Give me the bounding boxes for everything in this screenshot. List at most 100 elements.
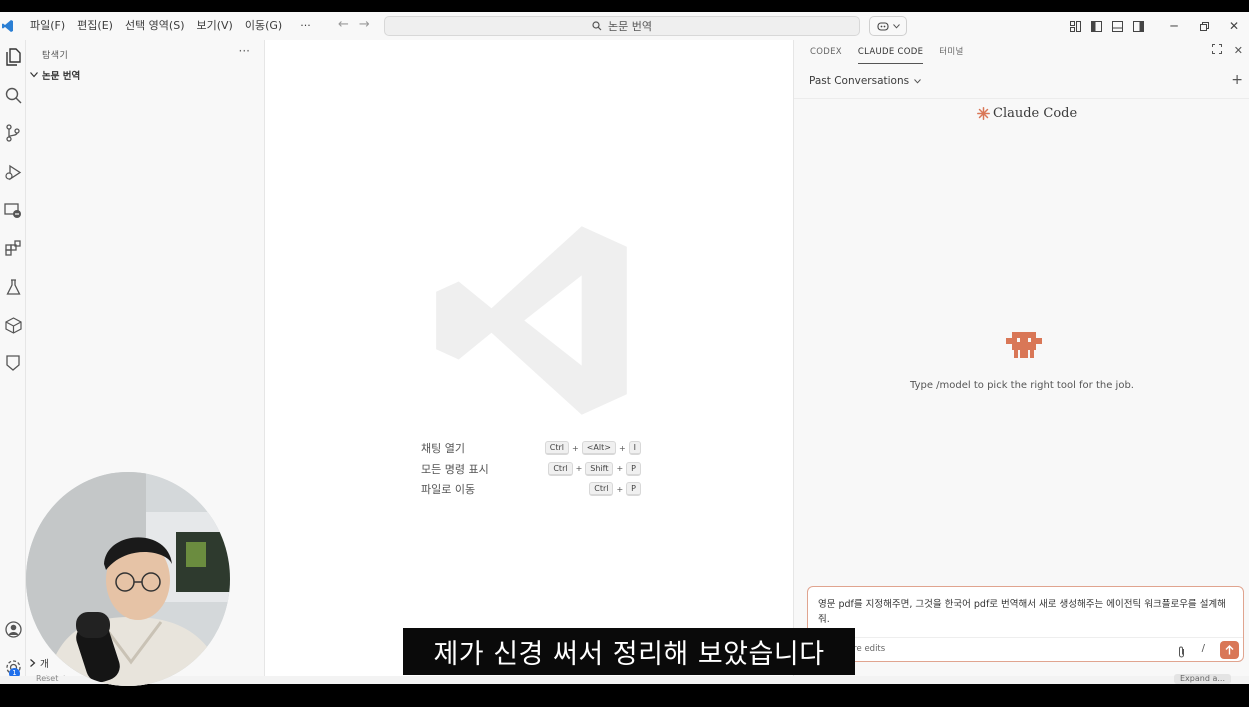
composer-footer: ore edits / [808, 637, 1243, 661]
panel-divider [794, 98, 1249, 99]
github-actions-shield-icon[interactable] [0, 350, 26, 376]
vscode-logo-icon [2, 19, 16, 33]
navigation-arrows: ← → [338, 17, 370, 32]
key: I [628, 441, 641, 456]
shortcut-row[interactable]: 채팅 열기 Ctrl + <Alt> + I [421, 438, 641, 459]
restore-icon[interactable] [1189, 12, 1219, 40]
back-arrow-icon[interactable]: ← [338, 17, 349, 32]
source-control-icon[interactable] [0, 120, 26, 146]
menu-selection[interactable]: 선택 영역(S) [119, 15, 191, 37]
tab-claude-code[interactable]: CLAUDE CODE [857, 40, 924, 64]
copilot-icon [876, 22, 889, 31]
new-conversation-plus-icon[interactable]: + [1231, 72, 1243, 88]
run-debug-icon[interactable] [0, 159, 26, 185]
key: Ctrl [589, 482, 614, 497]
workspace-folder[interactable]: 논문 번역 [30, 68, 80, 82]
outline-section[interactable]: 개 [30, 656, 49, 670]
menu-file[interactable]: 파일(F) [24, 15, 71, 37]
past-conversations-dropdown[interactable]: Past Conversations [809, 75, 921, 87]
past-conversations-label: Past Conversations [809, 75, 910, 87]
status-right: Expand a... [1174, 674, 1231, 684]
toggle-secondary-sidebar-icon[interactable] [1128, 12, 1149, 40]
tab-codex[interactable]: CODEX [810, 40, 842, 64]
claude-mascot-icon [1006, 332, 1042, 358]
title-bar-right-controls: ─ ✕ [1065, 12, 1249, 40]
testing-flask-icon[interactable] [0, 274, 26, 300]
slash-command-button[interactable]: / [1202, 643, 1205, 654]
status-expand-pill[interactable]: Expand a... [1174, 674, 1231, 684]
send-button[interactable] [1220, 641, 1239, 659]
shortcut-keys: Ctrl + Shift + P [548, 461, 641, 476]
activity-bar: 1 [0, 40, 26, 684]
shortcut-label: 모든 명령 표시 [421, 462, 489, 476]
sidebar-more-actions[interactable]: ··· [239, 44, 250, 58]
chevron-down-icon [892, 23, 900, 29]
key: Shift [585, 461, 614, 476]
chevron-right-icon [30, 659, 36, 667]
chevron-down-icon [30, 72, 38, 78]
chevron-down-icon [914, 78, 921, 84]
forward-arrow-icon[interactable]: → [359, 17, 370, 32]
status-reset[interactable]: Reset [36, 674, 58, 683]
presenter-video-frame [26, 472, 230, 686]
menu-go[interactable]: 이동(G) [239, 15, 288, 37]
extensions-icon[interactable] [0, 235, 26, 261]
chat-composer[interactable]: 영문 pdf를 지정해주면, 그것을 한국어 pdf로 번역해서 새로 생성해주… [807, 586, 1244, 662]
attach-paperclip-icon[interactable] [1177, 643, 1186, 662]
status-bar: Reset Expand a... [0, 674, 1249, 684]
video-subtitle: 제가 신경 써서 정리해 보았습니다 [403, 628, 855, 675]
agent-status-button[interactable] [869, 16, 907, 36]
shortcut-keys: Ctrl + <Alt> + I [544, 441, 641, 456]
claude-starburst-icon [977, 107, 990, 120]
search-icon[interactable] [0, 82, 26, 108]
tab-terminal[interactable]: 터미널 [939, 40, 963, 64]
shortcut-label: 파일로 이동 [421, 483, 476, 497]
claude-code-logo: Claude Code [977, 106, 1077, 121]
remote-explorer-icon[interactable] [0, 197, 26, 223]
containers-box-icon[interactable] [0, 312, 26, 338]
menu-more[interactable]: ··· [294, 15, 317, 37]
outline-label: 개 [40, 659, 49, 670]
toggle-panel-icon[interactable] [1107, 12, 1128, 40]
menu-edit[interactable]: 편집(E) [71, 15, 119, 37]
presenter-webcam-overlay [26, 472, 230, 686]
key: P [626, 461, 641, 476]
key: P [626, 482, 641, 497]
shortcut-label: 채팅 열기 [421, 442, 465, 456]
key-plus: + [618, 443, 626, 453]
panel-actions: ✕ [1211, 44, 1243, 57]
menu-view[interactable]: 보기(V) [190, 15, 238, 37]
shortcut-row[interactable]: 모든 명령 표시 Ctrl + Shift + P [421, 459, 641, 480]
key-plus: + [616, 484, 624, 494]
customize-layout-icon[interactable] [1065, 12, 1086, 40]
secondary-panel: CODEX CLAUDE CODE 터미널 ✕ Past Conversatio… [793, 40, 1249, 684]
key-plus: + [616, 464, 624, 474]
command-center-search[interactable]: 논문 번역 [384, 16, 860, 36]
search-icon [592, 21, 602, 31]
vscode-watermark-logo [436, 226, 627, 415]
key: Ctrl [548, 461, 573, 476]
sidebar-title: 탐색기 [42, 51, 69, 61]
arrow-up-icon [1225, 645, 1234, 655]
key: Ctrl [544, 441, 569, 456]
shortcut-row[interactable]: 파일로 이동 Ctrl + P [421, 479, 641, 500]
key-plus: + [575, 464, 583, 474]
panel-tabs: CODEX CLAUDE CODE 터미널 [794, 40, 1249, 64]
close-panel-icon[interactable]: ✕ [1234, 44, 1243, 57]
minimize-icon[interactable]: ─ [1159, 12, 1189, 40]
account-icon[interactable] [0, 616, 26, 642]
claude-code-logo-text: Claude Code [993, 106, 1078, 121]
key-plus: + [571, 443, 579, 453]
shortcut-keys: Ctrl + P [589, 482, 641, 497]
editor-area: 채팅 열기 Ctrl + <Alt> + I 모든 명령 표시 Ctrl + S… [265, 40, 793, 684]
maximize-panel-icon[interactable] [1211, 44, 1222, 57]
toggle-primary-sidebar-icon[interactable] [1086, 12, 1107, 40]
close-window-icon[interactable]: ✕ [1219, 12, 1249, 40]
explorer-icon[interactable] [0, 44, 26, 70]
welcome-shortcuts: 채팅 열기 Ctrl + <Alt> + I 모든 명령 표시 Ctrl + S… [421, 438, 641, 500]
workspace-folder-label: 논문 번역 [42, 71, 81, 82]
composer-input[interactable]: 영문 pdf를 지정해주면, 그것을 한국어 pdf로 번역해서 새로 생성해주… [818, 597, 1233, 627]
search-label: 논문 번역 [608, 20, 652, 33]
model-hint-text: Type /model to pick the right tool for t… [910, 380, 1134, 391]
key: <Alt> [581, 441, 616, 456]
